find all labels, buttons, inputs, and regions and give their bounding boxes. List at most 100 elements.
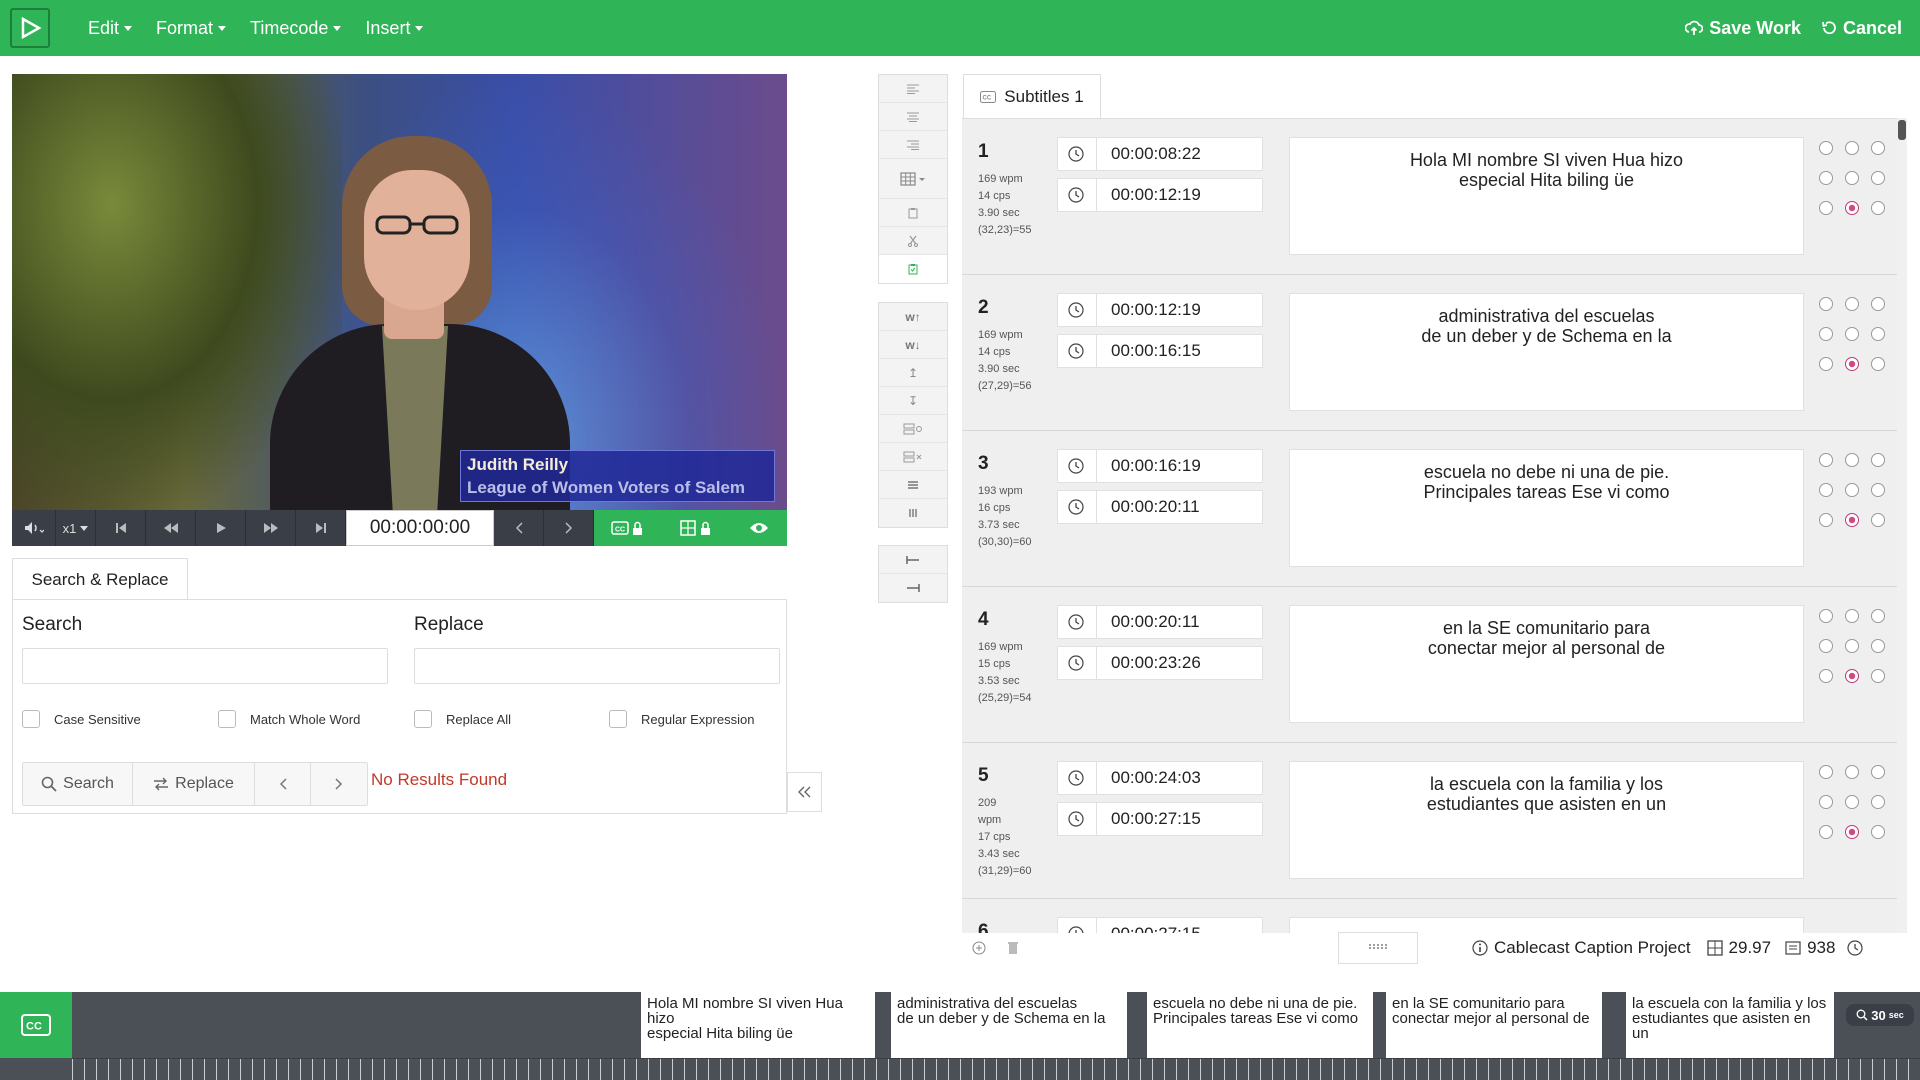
position-radio[interactable] [1845,297,1859,311]
position-radio[interactable] [1819,483,1833,497]
history-button[interactable] [1847,940,1864,956]
merge-lines-button[interactable] [879,471,947,499]
position-radio[interactable] [1819,453,1833,467]
match-whole-word-checkbox[interactable]: Match Whole Word [218,710,360,728]
keyboard-button[interactable] [1338,932,1418,964]
word-down-button[interactable]: w↓ [879,331,947,359]
paste-button[interactable] [879,255,947,283]
subtitle-cue[interactable]: 600:00:27:15 [962,899,1902,933]
add-cue-button[interactable] [962,941,996,955]
position-radio[interactable] [1845,669,1859,683]
search-input[interactable] [22,648,388,684]
move-down-button[interactable]: ↧ [879,387,947,415]
frame-lock-button[interactable] [662,510,730,546]
volume-button[interactable] [12,510,56,546]
position-radio[interactable] [1845,357,1859,371]
subtitle-cue[interactable]: 1 169 wpm 14 cps 3.90 sec (32,23)=55 00:00:08… [962,119,1902,275]
set-end-button[interactable] [879,574,947,602]
replace-all-checkbox[interactable]: Replace All [414,710,511,728]
cue-text-editor[interactable]: administrativa del escuelas de un deber y… [1289,293,1804,411]
menu-timecode[interactable]: Timecode [238,18,353,39]
position-radio[interactable] [1871,639,1885,653]
rewind-button[interactable] [146,510,196,546]
position-radio[interactable] [1871,483,1885,497]
menu-insert[interactable]: Insert [353,18,435,39]
timeline-cue[interactable]: Hola MI nombre SI viven Hua hizo especia… [641,992,875,1058]
cue-text-editor[interactable]: escuela no debe ni una de pie. Principale… [1289,449,1804,567]
timeline-cue-handle[interactable] [1614,992,1626,1058]
timeline-cue[interactable]: administrativa del escuelas de un deber … [891,992,1127,1058]
position-radio[interactable] [1845,327,1859,341]
play-button[interactable] [196,510,246,546]
position-radio[interactable] [1871,297,1885,311]
align-left-button[interactable] [879,75,947,103]
timeline-cue-handle[interactable] [1374,992,1386,1058]
collapse-panel-button[interactable] [787,772,822,812]
timeline-cc-button[interactable]: CC [0,992,72,1058]
skip-to-end-button[interactable] [296,510,346,546]
speed-button[interactable]: x1 [56,510,96,546]
position-radio[interactable] [1819,765,1833,779]
cue-text-editor[interactable] [1289,917,1804,933]
subtitle-cue[interactable]: 3 193 wpm 16 cps 3.73 sec (30,30)=60 00:00:16… [962,431,1902,587]
cue-end-time[interactable]: 00:00:16:15 [1057,334,1263,368]
position-radio[interactable] [1845,765,1859,779]
previous-result-button[interactable] [255,763,311,805]
cue-text-editor[interactable]: Hola MI nombre SI viven Hua hizo especial… [1289,137,1804,255]
timeline-cue-handle[interactable] [1135,992,1147,1058]
timeline-cue-handle[interactable] [879,992,891,1058]
timeline-cue[interactable]: la escuela con la familia y los estudian… [1626,992,1834,1058]
delete-button[interactable] [996,941,1030,955]
tab-search-replace[interactable]: Search & Replace [12,558,188,600]
position-radio[interactable] [1819,297,1833,311]
delete-cue-button[interactable] [879,443,947,471]
cue-start-time[interactable]: 00:00:24:03 [1057,761,1263,795]
timeline-cue-handle[interactable] [629,992,641,1058]
cancel-button[interactable]: Cancel [1821,18,1902,39]
tab-subtitles-1[interactable]: CC Subtitles 1 [963,74,1101,118]
cue-text-editor[interactable]: la escuela con la familia y los estudiant… [1289,761,1804,879]
position-radio[interactable] [1845,201,1859,215]
position-radio[interactable] [1871,513,1885,527]
case-sensitive-checkbox[interactable]: Case Sensitive [22,710,141,728]
position-radio[interactable] [1819,327,1833,341]
regular-expression-checkbox[interactable]: Regular Expression [609,710,754,728]
next-result-button[interactable] [311,763,367,805]
timeline-zoom-button[interactable]: 30 sec [1846,1004,1914,1026]
checkbox-box[interactable] [22,710,40,728]
position-radio[interactable] [1845,513,1859,527]
cue-end-time[interactable]: 00:00:12:19 [1057,178,1263,212]
position-radio[interactable] [1819,513,1833,527]
visibility-toggle-button[interactable] [730,510,787,546]
set-start-button[interactable] [879,546,947,574]
position-radio[interactable] [1845,639,1859,653]
position-radio[interactable] [1871,327,1885,341]
cue-start-time[interactable]: 00:00:12:19 [1057,293,1263,327]
align-right-button[interactable] [879,131,947,159]
cue-end-time[interactable]: 00:00:27:15 [1057,802,1263,836]
position-radio[interactable] [1871,765,1885,779]
subtitle-scrollbar[interactable] [1897,118,1907,933]
position-radio[interactable] [1819,669,1833,683]
copy-button[interactable] [879,199,947,227]
menu-format[interactable]: Format [144,18,238,39]
cue-start-time[interactable]: 00:00:16:19 [1057,449,1263,483]
position-radio[interactable] [1871,171,1885,185]
checkbox-box[interactable] [609,710,627,728]
position-radio[interactable] [1871,141,1885,155]
checkbox-box[interactable] [414,710,432,728]
position-radio[interactable] [1871,453,1885,467]
fast-forward-button[interactable] [246,510,296,546]
position-radio[interactable] [1819,201,1833,215]
checkbox-box[interactable] [218,710,236,728]
position-radio[interactable] [1845,795,1859,809]
position-radio[interactable] [1871,795,1885,809]
insert-cue-button[interactable] [879,415,947,443]
cut-button[interactable] [879,227,947,255]
timeline-cue[interactable]: en la SE comunitario para conectar mejor… [1386,992,1602,1058]
position-radio[interactable] [1871,201,1885,215]
position-radio[interactable] [1819,141,1833,155]
position-radio[interactable] [1845,483,1859,497]
prev-frame-button[interactable] [494,510,544,546]
position-radio[interactable] [1845,825,1859,839]
